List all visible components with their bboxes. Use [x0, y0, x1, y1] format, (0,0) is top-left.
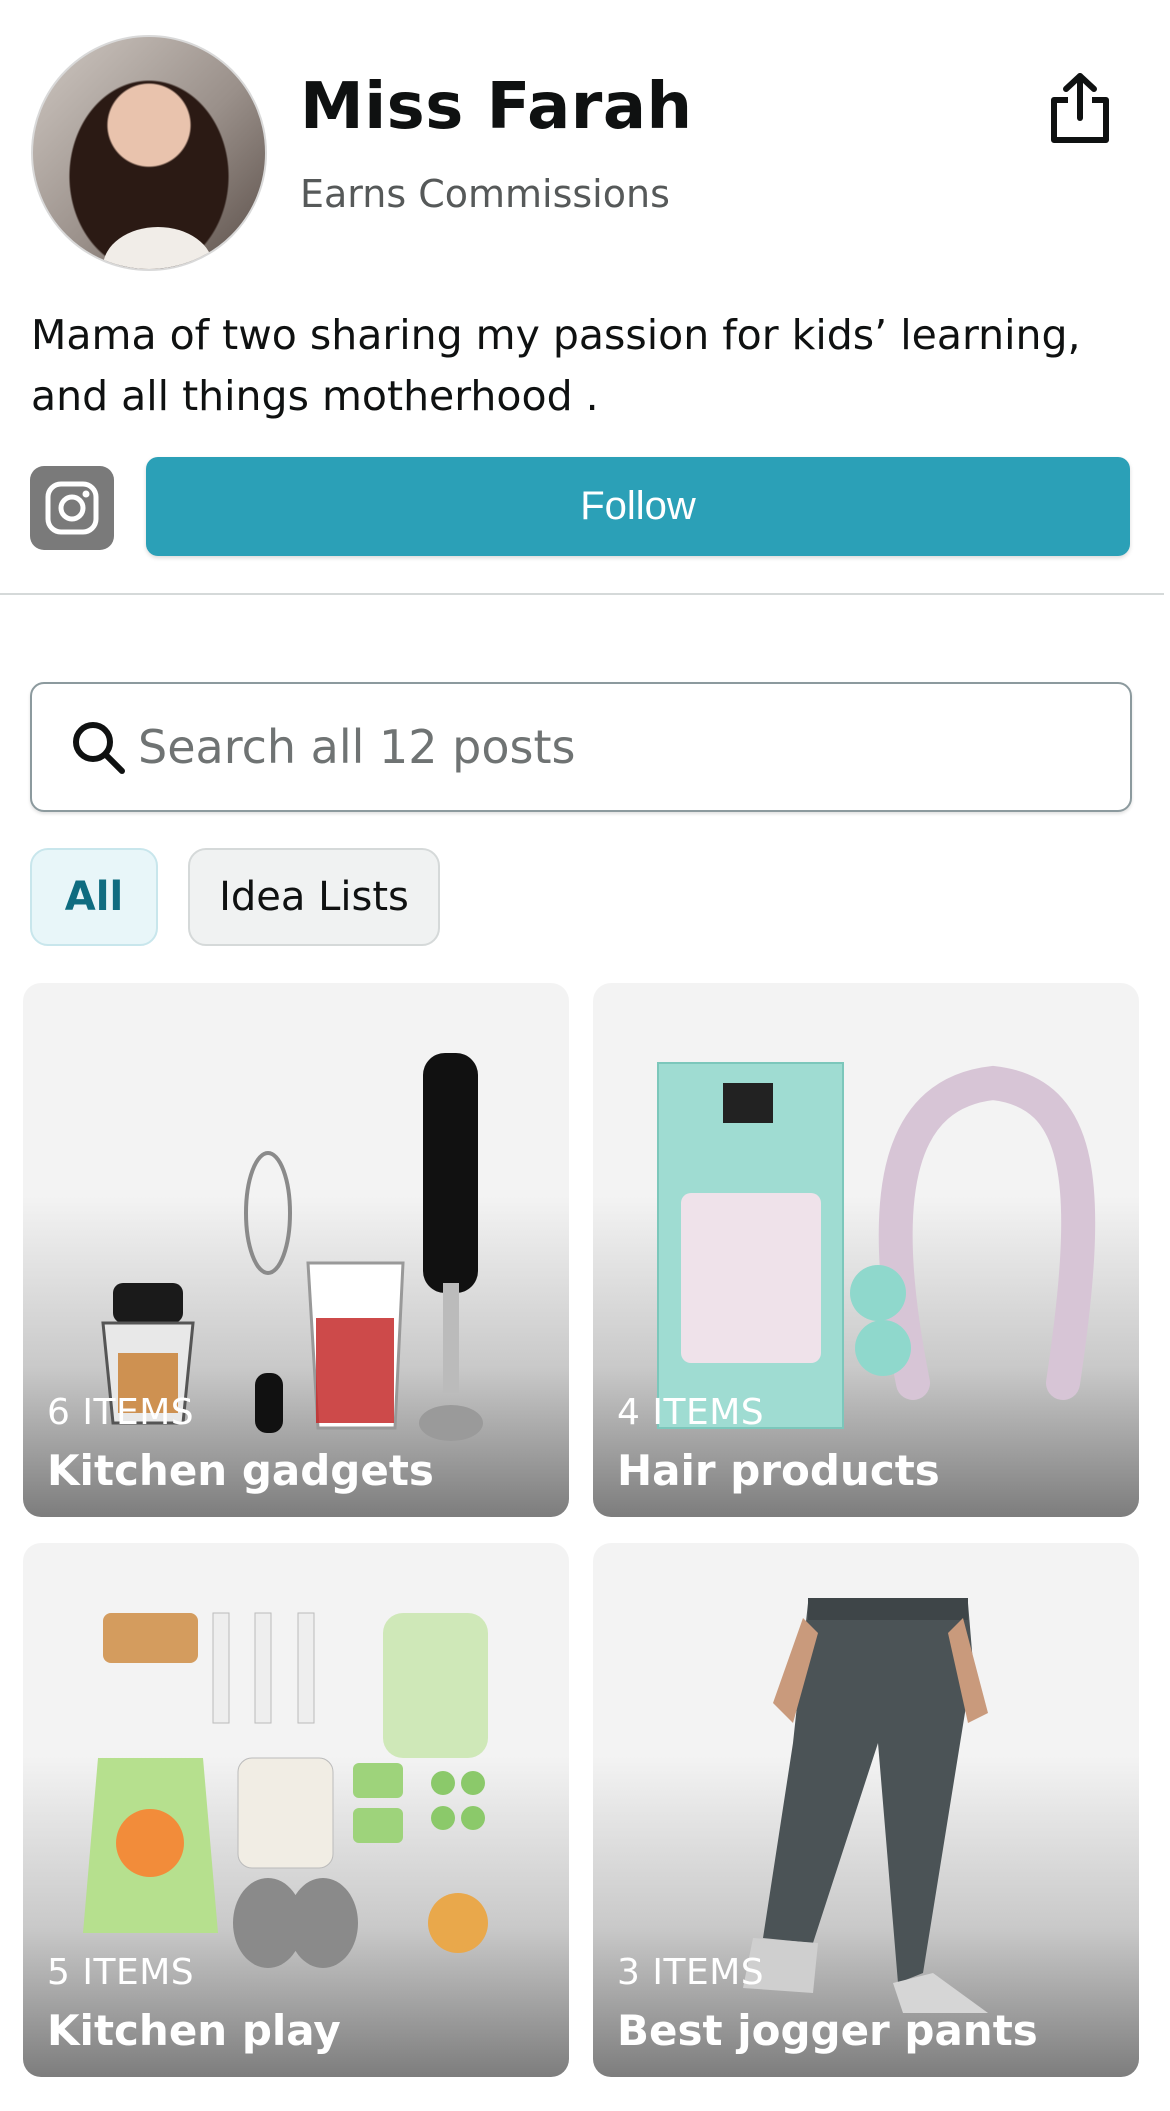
card-title: Kitchen play [47, 2006, 341, 2055]
idea-list-card[interactable]: 4 ITEMS Hair products [593, 983, 1139, 1517]
divider [0, 593, 1164, 595]
filter-idea-lists[interactable]: Idea Lists [188, 848, 440, 946]
idea-list-card[interactable]: 6 ITEMS Kitchen gadgets [23, 983, 569, 1517]
card-item-count: 5 ITEMS [47, 1952, 195, 1993]
kitchen-play-image [83, 1612, 488, 1968]
filter-all[interactable]: All [30, 848, 158, 946]
card-item-count: 6 ITEMS [47, 1392, 195, 1433]
idea-list-card[interactable]: 3 ITEMS Best jogger pants [593, 1543, 1139, 2077]
instagram-icon [45, 481, 99, 535]
idea-list-card[interactable]: 5 ITEMS Kitchen play [23, 1543, 569, 2077]
search-icon [73, 722, 125, 774]
card-title: Kitchen gadgets [47, 1446, 434, 1495]
profile-bio: Mama of two sharing my passion for kids’… [31, 311, 1081, 420]
share-button[interactable] [1040, 68, 1120, 148]
search-input[interactable] [138, 720, 1038, 774]
earns-commissions-label: Earns Commissions [300, 172, 670, 216]
hair-products-image [657, 1062, 1096, 1429]
profile-header: Miss Farah Earns Commissions Mama of two… [0, 0, 1170, 600]
profile-name: Miss Farah [300, 70, 693, 144]
card-item-count: 3 ITEMS [617, 1952, 765, 1993]
share-icon [1051, 73, 1109, 143]
card-title: Hair products [617, 1446, 940, 1495]
instagram-button[interactable] [30, 466, 114, 550]
avatar[interactable] [31, 35, 267, 271]
kitchen-gadgets-image [101, 1053, 483, 1441]
card-title: Best jogger pants [617, 2006, 1038, 2055]
search-box[interactable] [30, 682, 1132, 812]
card-item-count: 4 ITEMS [617, 1392, 765, 1433]
follow-button[interactable]: Follow [146, 457, 1130, 556]
jogger-pants-image [743, 1598, 988, 2013]
